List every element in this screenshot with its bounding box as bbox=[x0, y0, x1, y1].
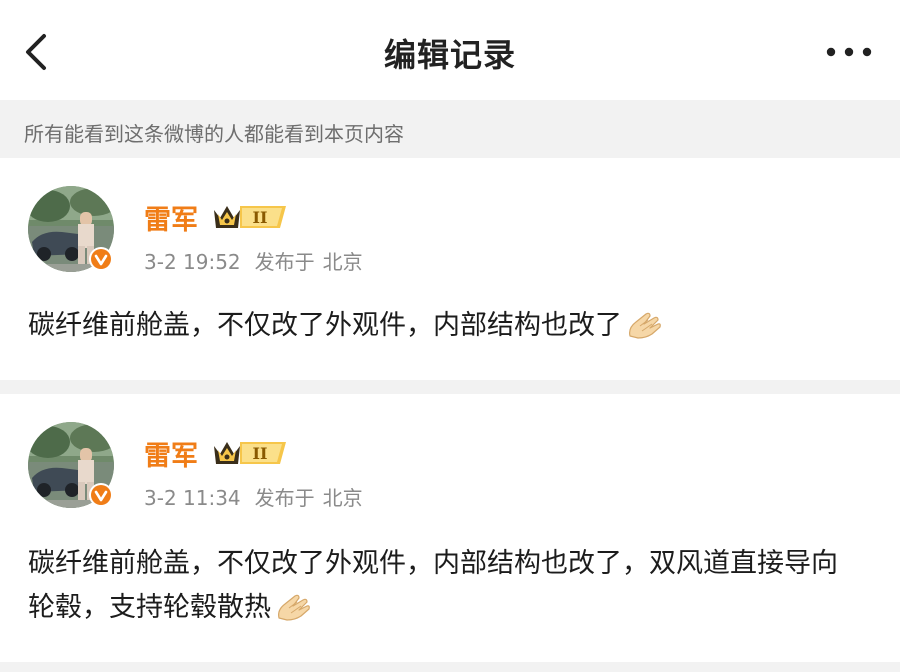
svg-text:II: II bbox=[253, 208, 268, 227]
verified-badge-icon bbox=[89, 483, 113, 507]
section-divider bbox=[0, 380, 900, 394]
user-name[interactable]: 雷军 bbox=[144, 434, 198, 473]
user-name[interactable]: 雷军 bbox=[144, 198, 198, 237]
vip-crown-badge-icon[interactable]: II bbox=[212, 436, 290, 468]
post-text: 碳纤维前舱盖，不仅改了外观件，内部结构也改了，双风道直接导向轮毂，支持轮毂散热 bbox=[28, 548, 838, 623]
avatar[interactable] bbox=[28, 422, 118, 512]
svg-text:II: II bbox=[253, 444, 268, 463]
avatar[interactable] bbox=[28, 186, 118, 276]
verified-badge-icon bbox=[89, 247, 113, 271]
more-dots-icon bbox=[826, 47, 872, 57]
post-source-label: 发布于 bbox=[254, 250, 315, 274]
page-title: 编辑记录 bbox=[383, 36, 516, 74]
edit-record-item: 雷军 II 3-2 19:52 发布于 北京 碳纤维前舱盖，不仅改了外观件，内部结构… bbox=[0, 158, 900, 380]
section-divider bbox=[0, 662, 900, 672]
post-content: 碳纤维前舱盖，不仅改了外观件，内部结构也改了 bbox=[28, 304, 848, 348]
post-location: 北京 bbox=[322, 486, 363, 510]
nav-bar: 编辑记录 bbox=[0, 0, 900, 100]
edit-record-item: 雷军 II 3-2 11:34 发布于 北京 碳纤维前舱盖，不仅改了外观件，内部结构… bbox=[0, 394, 900, 662]
post-time: 3-2 11:34 bbox=[144, 486, 241, 510]
vip-crown-badge-icon[interactable]: II bbox=[212, 200, 290, 232]
more-button[interactable] bbox=[824, 34, 874, 70]
notice-text: 所有能看到这条微博的人都能看到本页内容 bbox=[24, 122, 404, 146]
post-content: 碳纤维前舱盖，不仅改了外观件，内部结构也改了，双风道直接导向轮毂，支持轮毂散热 bbox=[28, 542, 848, 630]
post-location: 北京 bbox=[322, 250, 363, 274]
post-meta: 3-2 11:34 发布于 北京 bbox=[144, 482, 363, 511]
post-source-label: 发布于 bbox=[254, 486, 315, 510]
folded-hands-emoji-icon bbox=[629, 312, 661, 339]
folded-hands-emoji-icon bbox=[278, 594, 310, 621]
post-meta: 3-2 19:52 发布于 北京 bbox=[144, 246, 363, 275]
post-time: 3-2 19:52 bbox=[144, 250, 241, 274]
post-text: 碳纤维前舱盖，不仅改了外观件，内部结构也改了 bbox=[28, 310, 622, 341]
visibility-notice: 所有能看到这条微博的人都能看到本页内容 bbox=[0, 100, 900, 158]
